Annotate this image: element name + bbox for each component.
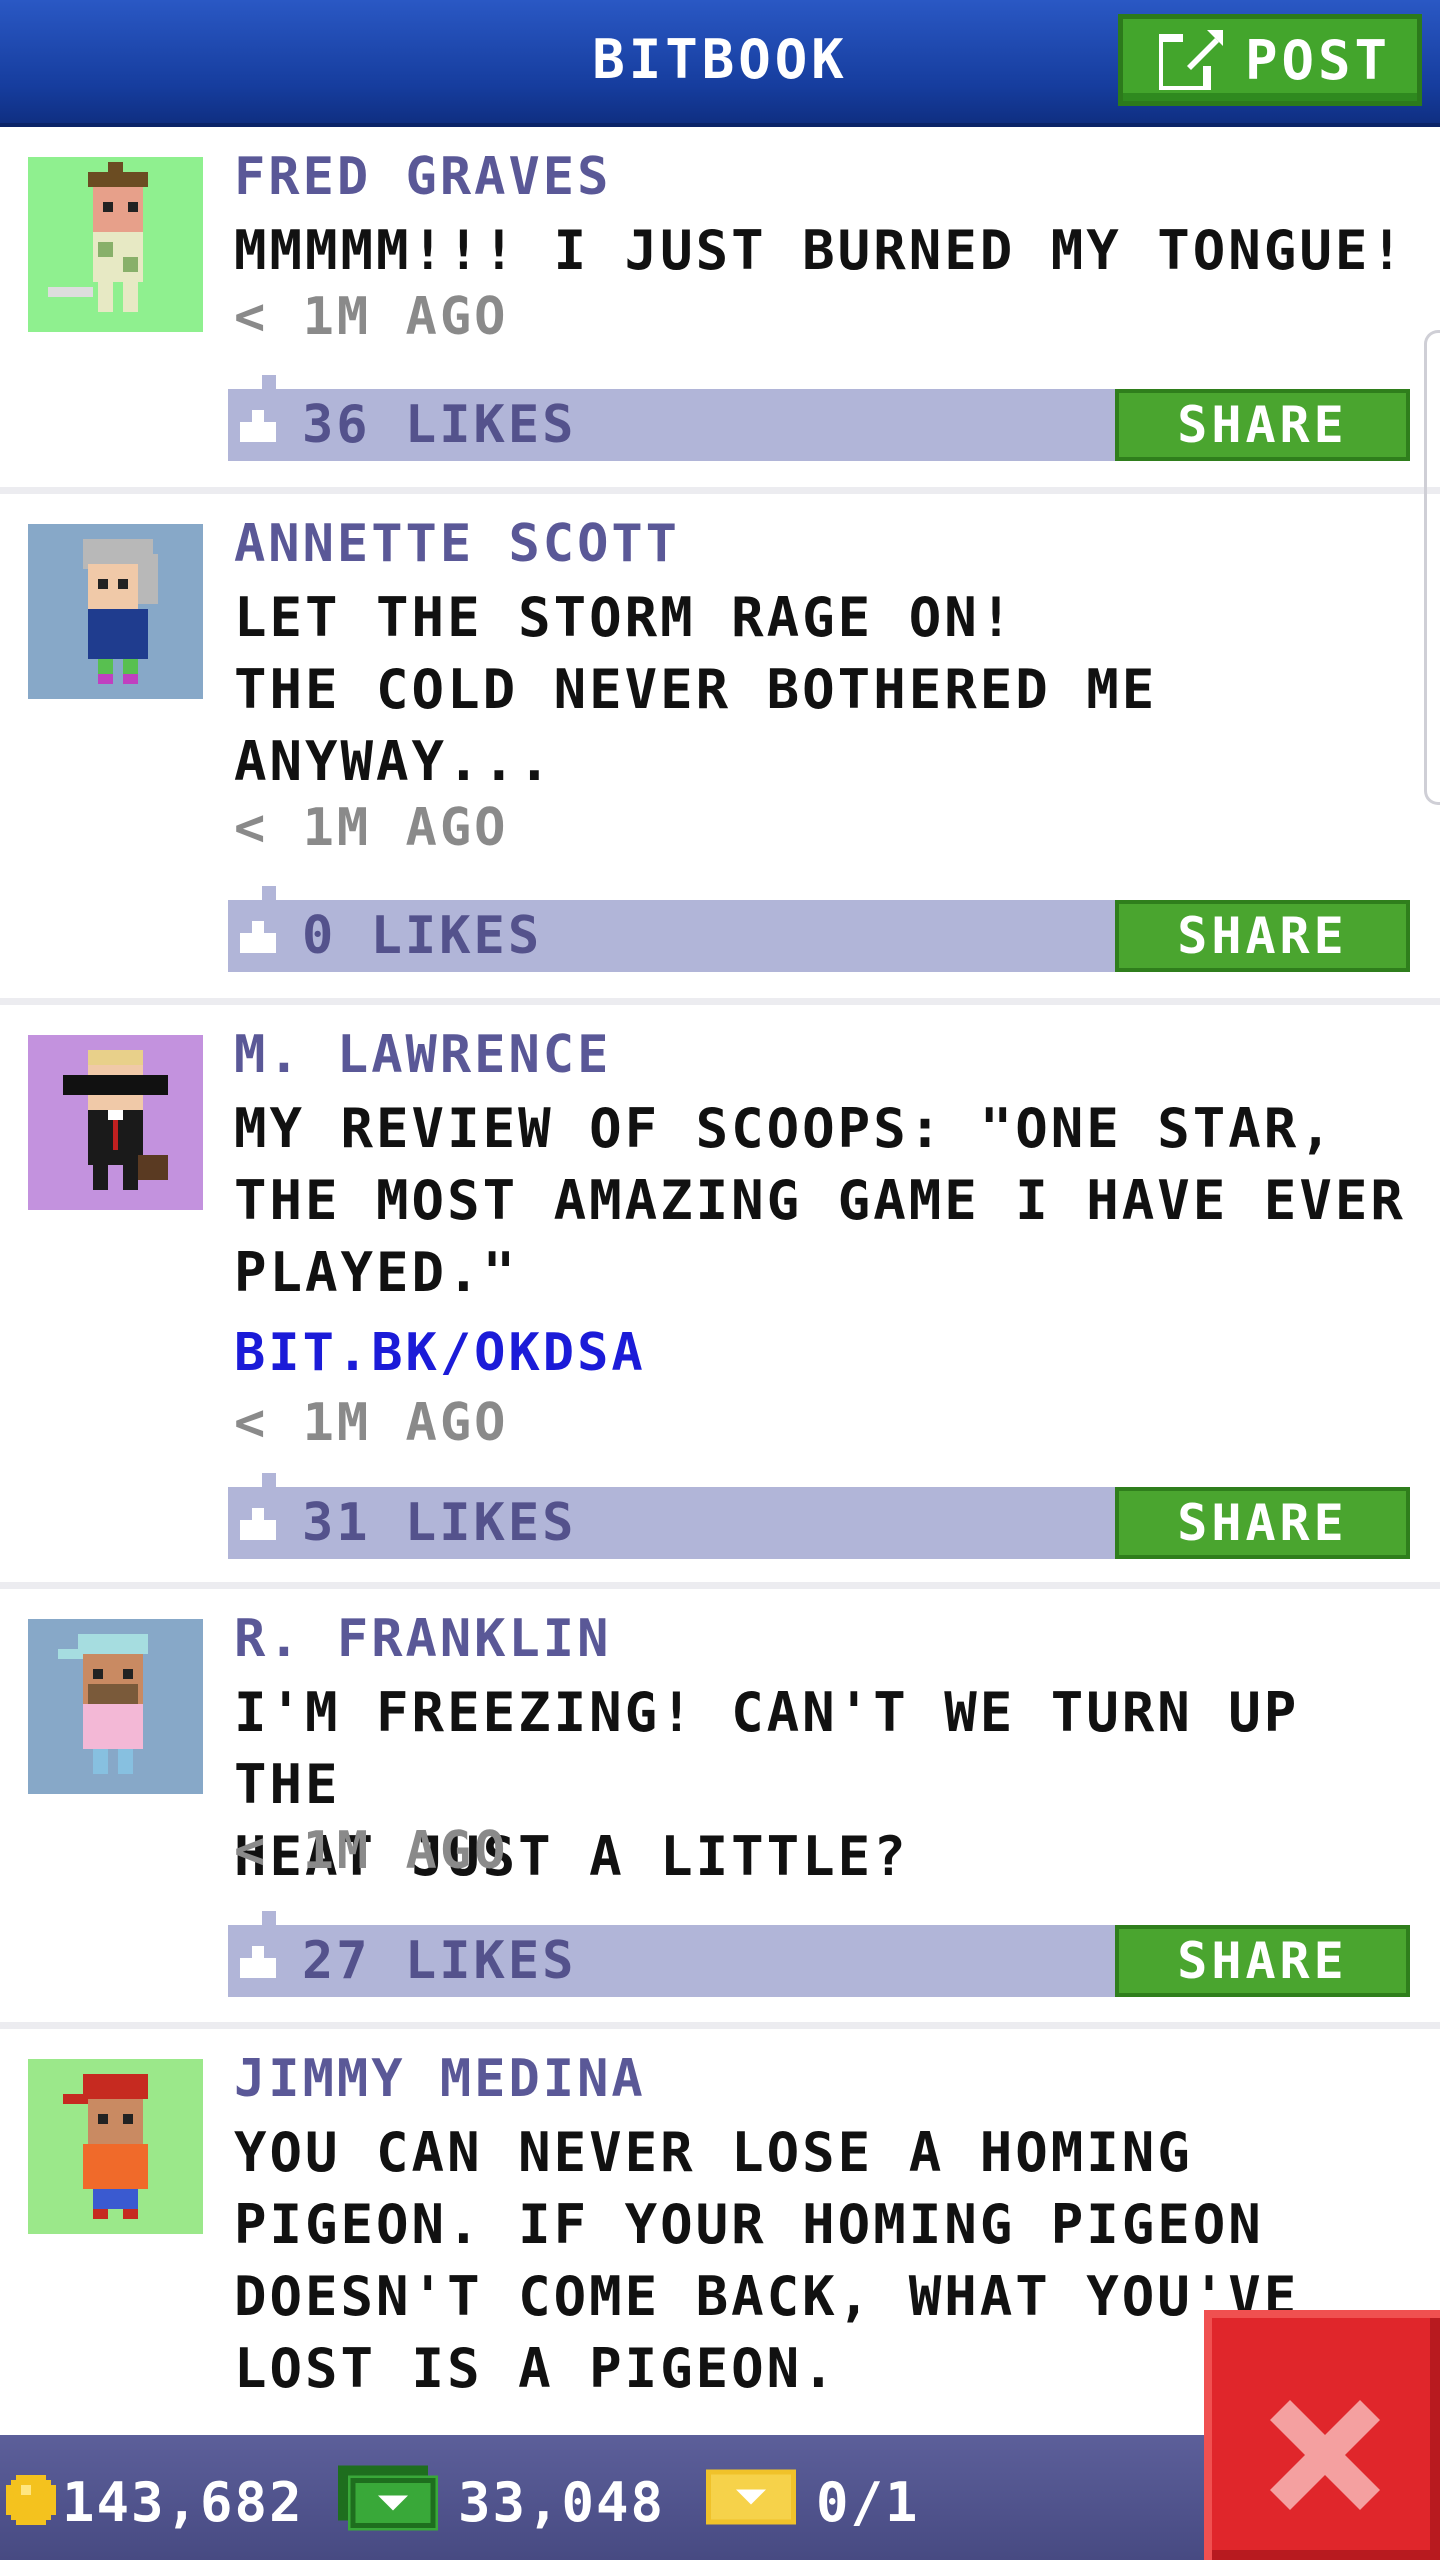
likes-count: 36 LIKES [302,395,577,455]
feed-post: M. LAWRENCE MY REVIEW OF SCOOPS: "ONE ST… [0,1005,1440,1589]
share-button[interactable]: SHARE [1115,1487,1410,1559]
likes-count: 27 LIKES [302,1931,577,1991]
post-author[interactable]: M. LAWRENCE [234,1025,611,1085]
feed-post: ANNETTE SCOTT LET THE STORM RAGE ON! THE… [0,494,1440,1005]
likes-count: 31 LIKES [302,1493,577,1553]
coins-count: 143,682 [62,2471,304,2534]
capped-man-avatar-icon [28,1619,203,1794]
header-bar: BITBOOK POST [0,0,1440,127]
feed-post: R. FRANKLIN I'M FREEZING! CAN'T WE TURN … [0,1589,1440,2029]
post-text: MY REVIEW OF SCOOPS: "ONE STAR, THE MOST… [234,1097,1406,1304]
share-button[interactable]: SHARE [1115,900,1410,972]
post-time: < 1M AGO [234,287,509,347]
post-time: < 1M AGO [234,1821,509,1881]
close-icon [1270,2400,1380,2510]
likes-bar: 27 LIKES SHARE [228,1911,1410,1997]
red-cap-avatar-icon [28,2059,203,2234]
post-author[interactable]: ANNETTE SCOTT [234,514,680,574]
like-thumb-icon[interactable] [240,1945,276,1979]
likes-bar: 36 LIKES SHARE [228,375,1410,461]
compose-icon [1159,30,1223,90]
scrollbar[interactable] [1424,330,1440,805]
avatar-jimmy-medina[interactable] [28,2059,203,2234]
grandma-avatar-icon [28,524,203,699]
bux-count: 33,048 [458,2471,666,2534]
tickets-count: 0/1 [816,2471,920,2534]
feed-post: FRED GRAVES MMMMM!!! I JUST BURNED MY TO… [0,127,1440,494]
post-text: LET THE STORM RAGE ON! THE COLD NEVER BO… [234,586,1158,793]
post-author[interactable]: R. FRANKLIN [234,1609,611,1669]
post-button[interactable]: POST [1118,14,1422,106]
likes-bar: 31 LIKES SHARE [228,1473,1410,1559]
avatar-r-franklin[interactable] [28,1619,203,1794]
share-button[interactable]: SHARE [1115,1925,1410,1997]
like-thumb-icon[interactable] [240,920,276,954]
post-text: MMMMM!!! I JUST BURNED MY TONGUE! [234,219,1406,282]
businessman-avatar-icon [28,1035,203,1210]
golfer-avatar-icon [28,157,203,332]
close-button[interactable] [1204,2310,1440,2560]
post-author[interactable]: FRED GRAVES [234,147,611,207]
post-time: < 1M AGO [234,1393,509,1453]
likes-count: 0 LIKES [302,906,543,966]
post-button-label: POST [1245,28,1392,92]
post-time: < 1M AGO [234,798,509,858]
bux-icon [338,2465,438,2531]
share-button[interactable]: SHARE [1115,389,1410,461]
coin-icon [6,2475,56,2525]
post-link[interactable]: BIT.BK/OKDSA [234,1323,646,1383]
like-thumb-icon[interactable] [240,1507,276,1541]
avatar-annette-scott[interactable] [28,524,203,699]
likes-bar: 0 LIKES SHARE [228,886,1410,972]
ticket-icon [706,2469,796,2525]
feed-list: FRED GRAVES MMMMM!!! I JUST BURNED MY TO… [0,127,1440,2499]
avatar-fred-graves[interactable] [28,157,203,332]
like-thumb-icon[interactable] [240,409,276,443]
post-author[interactable]: JIMMY MEDINA [234,2049,646,2109]
avatar-m-lawrence[interactable] [28,1035,203,1210]
